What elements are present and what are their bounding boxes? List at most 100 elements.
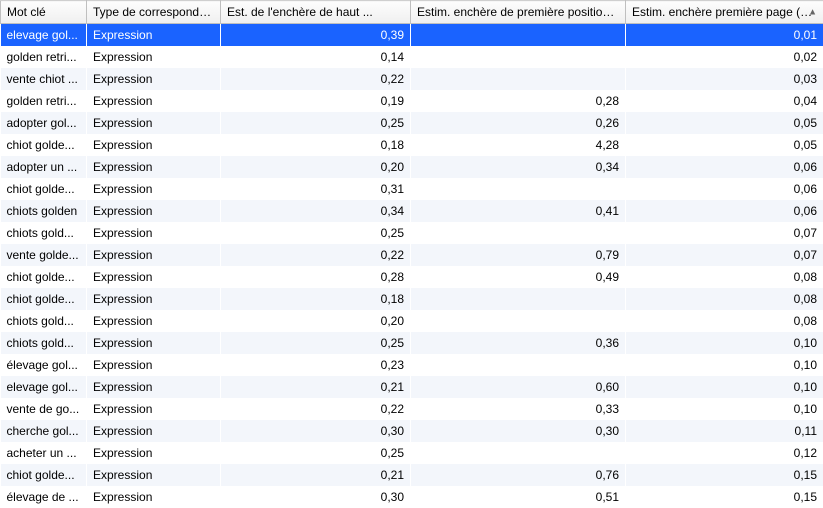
cell-match-type: Expression — [87, 354, 221, 376]
cell-keyword: chiot golde... — [1, 288, 87, 310]
table-row[interactable]: golden retri...Expression0,140,02 — [1, 46, 823, 68]
table-row[interactable]: elevage gol...Expression0,390,01 — [1, 24, 823, 46]
cell-top-bid: 0,21 — [221, 464, 411, 486]
cell-keyword: vente chiot ... — [1, 68, 87, 90]
col-header-match-type[interactable]: Type de correspondance — [87, 1, 221, 24]
table-row[interactable]: chiots gold...Expression0,250,07 — [1, 222, 823, 244]
cell-match-type: Expression — [87, 398, 221, 420]
cell-match-type: Expression — [87, 134, 221, 156]
table-row[interactable]: chiots goldenExpression0,340,410,06 — [1, 200, 823, 222]
cell-match-type: Expression — [87, 310, 221, 332]
cell-first-position-bid — [411, 222, 626, 244]
table-row[interactable]: vente chiot ...Expression0,220,03 — [1, 68, 823, 90]
table-row[interactable]: chiots gold...Expression0,20 0,08 — [1, 310, 823, 332]
table-row[interactable]: elevage gol...Expression0,210,600,10 — [1, 376, 823, 398]
cell-keyword: vente golde... — [1, 244, 87, 266]
cell-top-bid: 0,25 — [221, 112, 411, 134]
cell-match-type: Expression — [87, 24, 221, 46]
cell-first-position-bid — [411, 46, 626, 68]
cell-first-page-bid: 0,15 — [626, 486, 823, 508]
table-row[interactable]: golden retri...Expression0,190,280,04 — [1, 90, 823, 112]
table-row[interactable]: élevage de ...Expression0,300,510,15 — [1, 486, 823, 508]
cell-match-type: Expression — [87, 46, 221, 68]
cell-top-bid: 0,20 — [221, 310, 411, 332]
cell-match-type: Expression — [87, 112, 221, 134]
cell-first-position-bid: 0,60 — [411, 376, 626, 398]
col-header-top-bid[interactable]: Est. de l'enchère de haut ... — [221, 1, 411, 24]
cell-top-bid: 0,21 — [221, 376, 411, 398]
cell-match-type: Expression — [87, 442, 221, 464]
cell-top-bid: 0,18 — [221, 288, 411, 310]
cell-top-bid: 0,34 — [221, 200, 411, 222]
cell-first-page-bid: 0,08 — [626, 288, 823, 310]
keyword-table[interactable]: Mot clé Type de correspondance Est. de l… — [0, 0, 823, 508]
cell-first-page-bid: 0,04 — [626, 90, 823, 112]
cell-top-bid: 0,22 — [221, 68, 411, 90]
cell-keyword: acheter un ... — [1, 442, 87, 464]
cell-keyword: chiots gold... — [1, 332, 87, 354]
cell-match-type: Expression — [87, 420, 221, 442]
table-row[interactable]: chiot golde...Expression0,280,490,08 — [1, 266, 823, 288]
cell-match-type: Expression — [87, 464, 221, 486]
table-row[interactable]: chiot golde...Expression0,210,760,15 — [1, 464, 823, 486]
table-row[interactable]: vente golde...Expression0,220,790,07 — [1, 244, 823, 266]
cell-first-page-bid: 0,06 — [626, 178, 823, 200]
cell-first-page-bid: 0,05 — [626, 134, 823, 156]
cell-first-page-bid: 0,08 — [626, 266, 823, 288]
cell-first-page-bid: 0,06 — [626, 200, 823, 222]
cell-match-type: Expression — [87, 200, 221, 222]
cell-keyword: adopter un ... — [1, 156, 87, 178]
cell-top-bid: 0,25 — [221, 442, 411, 464]
cell-keyword: elevage gol... — [1, 24, 87, 46]
cell-first-page-bid: 0,10 — [626, 354, 823, 376]
col-header-first-page-bid[interactable]: Estim. enchère première page (E... ▲ — [626, 1, 823, 24]
cell-first-page-bid: 0,08 — [626, 310, 823, 332]
table-row[interactable]: adopter un ...Expression0,200,340,06 — [1, 156, 823, 178]
cell-match-type: Expression — [87, 156, 221, 178]
cell-top-bid: 0,31 — [221, 178, 411, 200]
cell-first-page-bid: 0,07 — [626, 222, 823, 244]
cell-first-position-bid: 0,76 — [411, 464, 626, 486]
cell-match-type: Expression — [87, 376, 221, 398]
cell-match-type: Expression — [87, 68, 221, 90]
cell-keyword: élevage de ... — [1, 486, 87, 508]
cell-first-position-bid — [411, 24, 626, 46]
table-body: elevage gol...Expression0,390,01golden r… — [1, 24, 823, 508]
table-row[interactable]: chiot golde...Expression0,310,06 — [1, 178, 823, 200]
cell-keyword: cherche gol... — [1, 420, 87, 442]
table-row[interactable]: chiot golde...Expression0,184,280,05 — [1, 134, 823, 156]
table-row[interactable]: cherche gol...Expression0,300,300,11 — [1, 420, 823, 442]
table-row[interactable]: vente de go...Expression0,220,330,10 — [1, 398, 823, 420]
cell-match-type: Expression — [87, 244, 221, 266]
cell-first-position-bid: 0,33 — [411, 398, 626, 420]
cell-keyword: chiot golde... — [1, 266, 87, 288]
cell-match-type: Expression — [87, 332, 221, 354]
cell-first-page-bid: 0,05 — [626, 112, 823, 134]
sort-ascending-icon: ▲ — [808, 7, 817, 17]
cell-keyword: chiot golde... — [1, 134, 87, 156]
table-row[interactable]: adopter gol...Expression0,250,260,05 — [1, 112, 823, 134]
cell-first-page-bid: 0,06 — [626, 156, 823, 178]
cell-first-position-bid — [411, 354, 626, 376]
cell-first-page-bid: 0,07 — [626, 244, 823, 266]
cell-first-page-bid: 0,10 — [626, 332, 823, 354]
cell-keyword: chiots gold... — [1, 310, 87, 332]
cell-top-bid: 0,18 — [221, 134, 411, 156]
table-row[interactable]: acheter un ...Expression0,250,12 — [1, 442, 823, 464]
table-row[interactable]: chiot golde...Expression0,180,08 — [1, 288, 823, 310]
cell-top-bid: 0,39 — [221, 24, 411, 46]
cell-keyword: vente de go... — [1, 398, 87, 420]
cell-first-position-bid: 0,41 — [411, 200, 626, 222]
cell-keyword: elevage gol... — [1, 376, 87, 398]
col-header-first-position-bid[interactable]: Estim. enchère de première position (E..… — [411, 1, 626, 24]
col-header-keyword[interactable]: Mot clé — [1, 1, 87, 24]
cell-keyword: élevage gol... — [1, 354, 87, 376]
cell-first-position-bid: 0,51 — [411, 486, 626, 508]
cell-first-position-bid: 4,28 — [411, 134, 626, 156]
cell-top-bid: 0,19 — [221, 90, 411, 112]
cell-top-bid: 0,25 — [221, 332, 411, 354]
cell-top-bid: 0,22 — [221, 244, 411, 266]
table-row[interactable]: chiots gold...Expression0,250,360,10 — [1, 332, 823, 354]
cell-first-position-bid: 0,34 — [411, 156, 626, 178]
table-row[interactable]: élevage gol...Expression0,230,10 — [1, 354, 823, 376]
